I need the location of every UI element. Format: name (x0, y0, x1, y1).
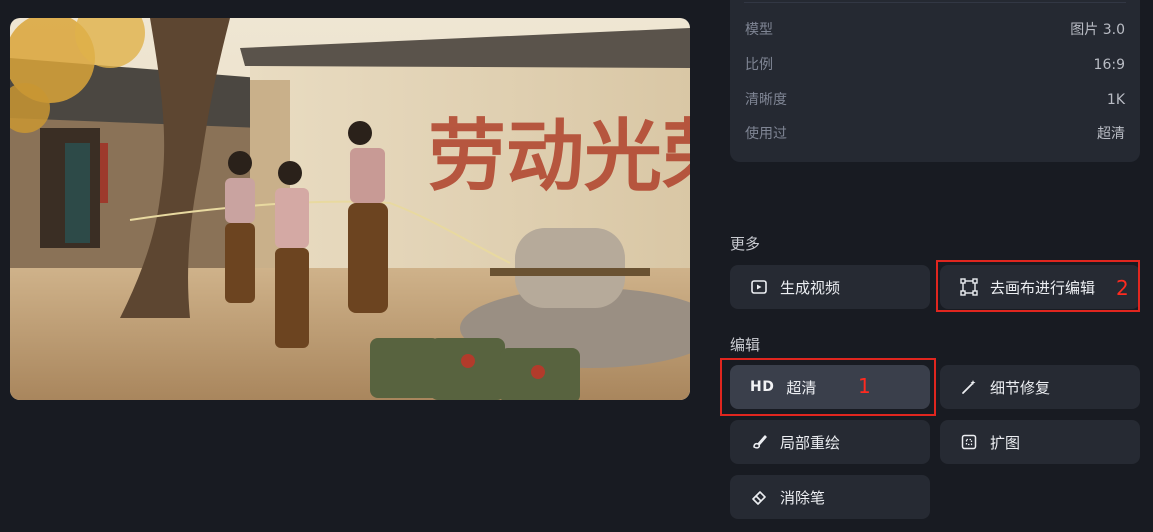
info-value: 16:9 (1093, 57, 1125, 73)
edit-section-label: 编辑 (730, 336, 761, 354)
partial-redraw-label: 局部重绘 (780, 433, 841, 452)
expand-image-button[interactable]: 扩图 (940, 420, 1140, 464)
brush-icon (750, 433, 768, 451)
annotation-marker-2: 2 (1116, 276, 1129, 300)
generated-image-illustration: 劳动光荣 (10, 18, 690, 400)
annotation-box-2 (936, 260, 1140, 312)
eraser-button[interactable]: 消除笔 (730, 475, 930, 519)
info-row-model: 模型 图片 3.0 (745, 20, 1125, 40)
eraser-icon (750, 488, 768, 506)
generate-video-label: 生成视频 (780, 278, 841, 297)
expand-image-label: 扩图 (990, 433, 1021, 452)
video-play-icon (750, 278, 768, 296)
eraser-label: 消除笔 (780, 488, 826, 507)
wall-slogan: 劳动光荣 (428, 111, 690, 202)
partial-redraw-button[interactable]: 局部重绘 (730, 420, 930, 464)
info-label: 清晰度 (745, 92, 787, 108)
info-value: 图片 3.0 (1070, 22, 1125, 38)
info-value: 超清 (1097, 126, 1125, 142)
info-row-ratio: 比例 16:9 (745, 55, 1125, 75)
detail-repair-label: 细节修复 (990, 378, 1051, 397)
info-row-resolution: 清晰度 1K (745, 90, 1125, 110)
info-value: 1K (1106, 92, 1125, 108)
generate-video-button[interactable]: 生成视频 (730, 265, 930, 309)
info-label: 比例 (745, 57, 773, 73)
info-label: 使用过 (745, 126, 787, 142)
annotation-box-1 (720, 358, 936, 416)
info-label: 模型 (745, 22, 773, 38)
more-section-label: 更多 (730, 235, 761, 253)
detail-repair-button[interactable]: 细节修复 (940, 365, 1140, 409)
magic-wand-icon (960, 378, 978, 396)
image-info-card: 模型 图片 3.0 比例 16:9 清晰度 1K 使用过 超清 (730, 0, 1140, 162)
info-row-used: 使用过 超清 (745, 124, 1125, 144)
annotation-marker-1: 1 (858, 374, 871, 398)
expand-frame-icon (960, 433, 978, 451)
generated-image[interactable]: 劳动光荣 (10, 18, 690, 400)
